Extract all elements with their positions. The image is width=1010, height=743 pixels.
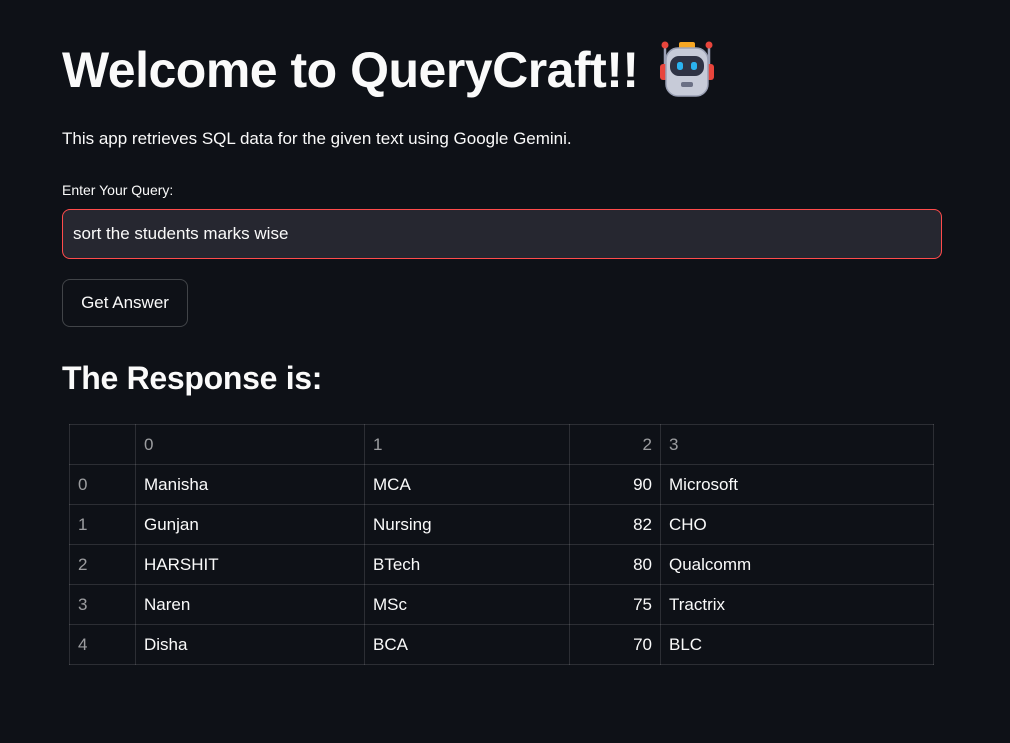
table-row: 3 Naren MSc 75 Tractrix xyxy=(69,584,934,625)
page-title: Welcome to QueryCraft!! xyxy=(62,38,717,102)
response-heading: The Response is: xyxy=(62,360,323,396)
table-header-row: 0 1 2 3 xyxy=(69,424,934,465)
app-description: This app retrieves SQL data for the give… xyxy=(62,129,572,148)
cell-marks[interactable]: 90 xyxy=(569,464,661,505)
query-input[interactable] xyxy=(62,209,942,259)
column-header-2[interactable]: 2 xyxy=(569,424,661,465)
column-header-index[interactable] xyxy=(69,424,136,465)
column-header-3[interactable]: 3 xyxy=(660,424,934,465)
row-index: 0 xyxy=(69,464,136,505)
cell-name[interactable]: Manisha xyxy=(135,464,365,505)
cell-company[interactable]: Qualcomm xyxy=(660,544,934,585)
robot-emoji-icon xyxy=(657,40,717,100)
table-row: 2 HARSHIT BTech 80 Qualcomm xyxy=(69,544,934,585)
table-row: 4 Disha BCA 70 BLC xyxy=(69,624,934,665)
cell-name[interactable]: Gunjan xyxy=(135,504,365,545)
column-header-1[interactable]: 1 xyxy=(364,424,570,465)
cell-name[interactable]: Disha xyxy=(135,624,365,665)
cell-company[interactable]: Microsoft xyxy=(660,464,934,505)
cell-course[interactable]: MCA xyxy=(364,464,570,505)
page-title-text: Welcome to QueryCraft!! xyxy=(62,42,639,98)
app-page: Welcome to QueryCraft!! This app retriev… xyxy=(0,0,1010,743)
response-table[interactable]: 0 1 2 3 0 Manisha MCA 90 Microsoft 1 Gun… xyxy=(69,424,934,665)
cell-course[interactable]: MSc xyxy=(364,584,570,625)
query-label: Enter Your Query: xyxy=(62,182,174,198)
cell-course[interactable]: BCA xyxy=(364,624,570,665)
get-answer-button[interactable]: Get Answer xyxy=(62,279,188,327)
cell-name[interactable]: HARSHIT xyxy=(135,544,365,585)
cell-marks[interactable]: 82 xyxy=(569,504,661,545)
row-index: 3 xyxy=(69,584,136,625)
cell-company[interactable]: Tractrix xyxy=(660,584,934,625)
cell-marks[interactable]: 80 xyxy=(569,544,661,585)
row-index: 4 xyxy=(69,624,136,665)
cell-company[interactable]: CHO xyxy=(660,504,934,545)
table-row: 0 Manisha MCA 90 Microsoft xyxy=(69,464,934,505)
cell-name[interactable]: Naren xyxy=(135,584,365,625)
row-index: 1 xyxy=(69,504,136,545)
table-row: 1 Gunjan Nursing 82 CHO xyxy=(69,504,934,545)
cell-marks[interactable]: 75 xyxy=(569,584,661,625)
row-index: 2 xyxy=(69,544,136,585)
cell-company[interactable]: BLC xyxy=(660,624,934,665)
cell-marks[interactable]: 70 xyxy=(569,624,661,665)
cell-course[interactable]: BTech xyxy=(364,544,570,585)
cell-course[interactable]: Nursing xyxy=(364,504,570,545)
column-header-0[interactable]: 0 xyxy=(135,424,365,465)
